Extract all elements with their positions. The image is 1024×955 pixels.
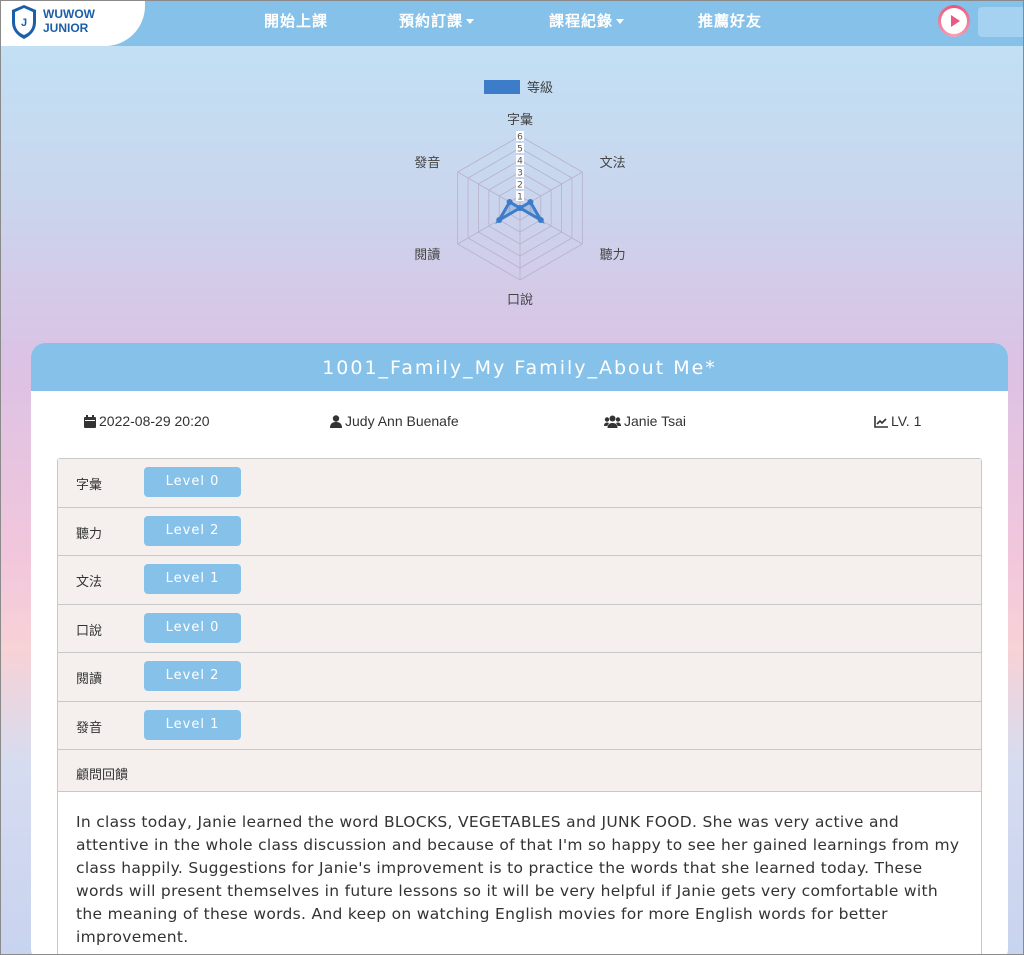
level-badge: Level 2	[144, 661, 241, 691]
radar-axis-label: 字彙	[507, 112, 533, 128]
level-badge: Level 2	[144, 515, 241, 546]
session-datetime: 2022-08-29 20:20	[84, 413, 210, 429]
user-icon	[330, 415, 342, 428]
logo-line2: JUNIOR	[43, 21, 89, 35]
radar-tick-label: 5	[517, 145, 523, 155]
logo-line1: WUWOW	[43, 7, 95, 21]
skill-row-speaking: 口說 Level 0	[58, 604, 981, 653]
skill-row-pronunciation: 發音 Level 1	[58, 701, 981, 750]
logo[interactable]: J WUWOW JUNIOR	[0, 0, 145, 46]
radar-tick-label: 4	[517, 157, 523, 167]
radar-axis-label: 聽力	[600, 248, 626, 263]
shield-logo-icon: J	[12, 5, 36, 39]
session-consultant: Judy Ann Buenafe	[330, 413, 459, 429]
skill-row-vocabulary: 字彙 Level 0	[58, 459, 981, 508]
radar-axis-label: 口說	[507, 292, 533, 308]
feedback-header: 顧問回饋	[58, 750, 981, 792]
radar-axis-label: 發音	[414, 155, 440, 171]
play-icon	[951, 15, 960, 27]
skill-label: 閱讀	[76, 672, 103, 687]
radar-data-point	[537, 217, 544, 223]
radar-tick-label: 1	[517, 193, 523, 203]
radar-data-point	[527, 199, 534, 205]
feedback-text: In class today, Janie learned the word B…	[58, 792, 981, 955]
skill-row-reading: 閱讀 Level 2	[58, 653, 981, 702]
skill-label: 字彙	[76, 478, 103, 493]
session-student: Janie Tsai	[604, 413, 686, 429]
radar-tick-label: 3	[517, 169, 523, 179]
feedback-label: 顧問回饋	[76, 768, 129, 783]
radar-tick-label: 6	[517, 133, 523, 143]
chart-line-icon	[874, 416, 888, 428]
nav-class-records[interactable]: 課程紀錄	[549, 10, 625, 32]
radar-axis-label: 文法	[600, 156, 626, 171]
nav-start-class[interactable]: 開始上課	[264, 10, 328, 32]
skill-row-grammar: 文法 Level 1	[58, 556, 981, 605]
chevron-down-icon	[466, 19, 475, 24]
radar-chart: 等級 1 2 3 4 5 6 字彙文法聽力口說 閱讀 發音	[414, 80, 626, 308]
radar-tick-label: 2	[517, 181, 523, 191]
class-record-card: 1001_Family_My Family_About Me* 2022-08-…	[31, 343, 1008, 955]
nav-book-class[interactable]: 預約訂課	[399, 10, 475, 32]
nav-refer-friends[interactable]: 推薦好友	[698, 10, 762, 32]
legend-label: 等級	[527, 80, 553, 96]
skill-row-listening: 聽力 Level 2	[58, 507, 981, 556]
class-title: 1001_Family_My Family_About Me*	[31, 343, 1008, 391]
level-badge: Level 1	[144, 564, 241, 594]
skill-label: 發音	[76, 720, 103, 736]
level-badge: Level 0	[144, 467, 241, 497]
level-badge: Level 1	[144, 709, 241, 740]
legend-swatch	[484, 80, 520, 94]
session-meta: 2022-08-29 20:20 Judy Ann Buenafe Janie …	[31, 391, 1008, 457]
top-nav: J WUWOW JUNIOR 開始上課 預約訂課 課程紀錄 推薦好友	[0, 0, 1024, 46]
skill-label: 口說	[76, 623, 103, 639]
level-badge: Level 0	[144, 612, 241, 643]
radar-axis-label: 閱讀	[414, 248, 440, 263]
svg-text:J: J	[21, 17, 27, 29]
skill-label: 文法	[76, 575, 103, 590]
skill-levels-table: 字彙 Level 0 聽力 Level 2 文法 Level 1 口說 Leve…	[57, 458, 982, 955]
user-menu[interactable]	[978, 7, 1024, 37]
calendar-icon	[84, 415, 96, 428]
users-icon	[604, 415, 621, 428]
radar-data-point	[506, 199, 513, 205]
avatar[interactable]	[938, 5, 970, 37]
skill-label: 聽力	[76, 526, 103, 542]
radar-data-point	[496, 217, 503, 223]
session-level: LV. 1	[874, 413, 921, 429]
chevron-down-icon	[616, 19, 625, 24]
radar-data-point	[517, 205, 523, 211]
